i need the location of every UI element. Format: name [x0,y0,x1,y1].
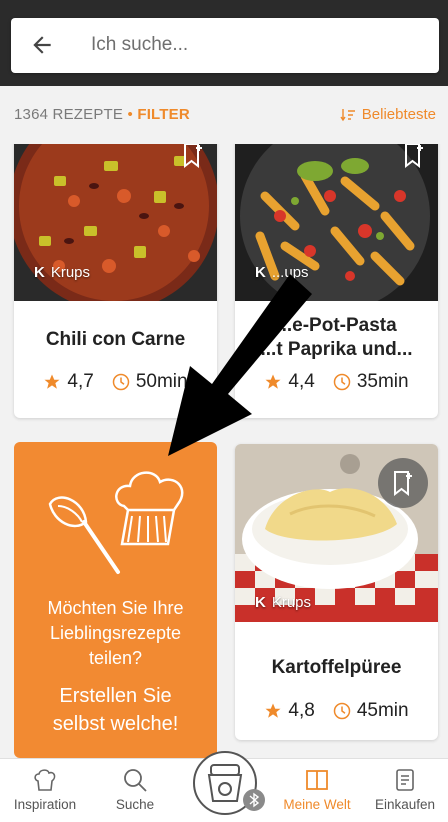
nav-meine-welt[interactable]: Meine Welt [272,767,362,812]
cook-time: 35min [356,371,409,392]
recipe-count: 1364 REZEPTE • FILTER [14,106,190,123]
search-input[interactable] [91,30,411,60]
star-icon [44,374,60,389]
recipe-card[interactable]: K Krups Kartoffelpüree 4,8 45min [235,444,438,740]
bookmark-add-icon[interactable] [391,470,415,496]
rating-value: 4,7 [67,371,94,392]
promo-cta-line1: Erstellen Sie [59,685,172,707]
app-header [0,0,448,86]
brand-name: Krups [271,594,312,611]
filter-button[interactable]: FILTER [137,106,190,123]
recipe-count-text: 1364 REZEPTE [14,106,124,123]
nav-inspiration[interactable]: Inspiration [0,767,90,812]
krups-logo-icon: K [255,594,266,611]
brand-label: K Krups [34,264,90,281]
clock-icon [333,702,351,720]
book-icon [306,770,328,790]
brand-label: K Krups [255,594,311,611]
rating-value: 4,8 [288,700,315,721]
nav-suche[interactable]: Suche [90,767,180,812]
recipe-meta: 4,8 45min [235,700,438,722]
promo-question: Möchten Sie Ihre Lieblingsrezepte teilen… [14,596,217,671]
nav-meine-welt-label: Meine Welt [283,797,351,812]
create-recipe-promo-card[interactable]: Möchten Sie Ihre Lieblingsrezepte teilen… [14,442,217,758]
chef-hat-outline-icon [34,769,56,791]
krups-logo-icon: K [34,264,45,281]
promo-line1: Möchten Sie Ihre [47,598,184,618]
recipe-title: Kartoffelpüree [271,657,402,678]
separator-dot: • [127,106,133,123]
cook-time: 45min [356,700,409,721]
bottom-nav: Inspiration Suche Meine Welt Einkaufen [0,751,448,822]
shopping-list-icon [396,769,414,791]
filter-bar: 1364 REZEPTE • FILTER Beliebteste [0,86,448,144]
promo-cta[interactable]: Erstellen Sie selbst welche! [14,682,217,738]
nav-inspiration-label: Inspiration [13,797,77,812]
search-icon [124,769,147,792]
bluetooth-icon [243,789,265,811]
star-icon [265,703,281,718]
brand-name: Krups [50,264,91,281]
sort-icon [340,108,355,121]
annotation-arrow-icon [168,274,312,456]
search-bar[interactable] [11,18,439,73]
back-arrow-icon[interactable] [29,32,55,58]
promo-line3: teilen? [88,648,143,668]
nav-einkaufen-label: Einkaufen [374,797,436,812]
promo-line2: Lieblingsrezepte [49,623,182,643]
clock-icon [112,373,130,391]
nav-einkaufen[interactable]: Einkaufen [360,767,448,812]
promo-cta-line2: selbst welche! [52,713,179,735]
sort-button[interactable]: Beliebteste [340,106,436,123]
bookmark-add-icon[interactable] [402,144,426,168]
recipe-grid: K Krups Chili con Carne 4,7 50min K ...u… [0,144,448,758]
sort-label: Beliebteste [361,106,436,123]
clock-icon [333,373,351,391]
nav-suche-label: Suche [115,797,155,812]
bookmark-add-icon[interactable] [181,144,205,168]
chef-hat-icon [115,471,184,546]
